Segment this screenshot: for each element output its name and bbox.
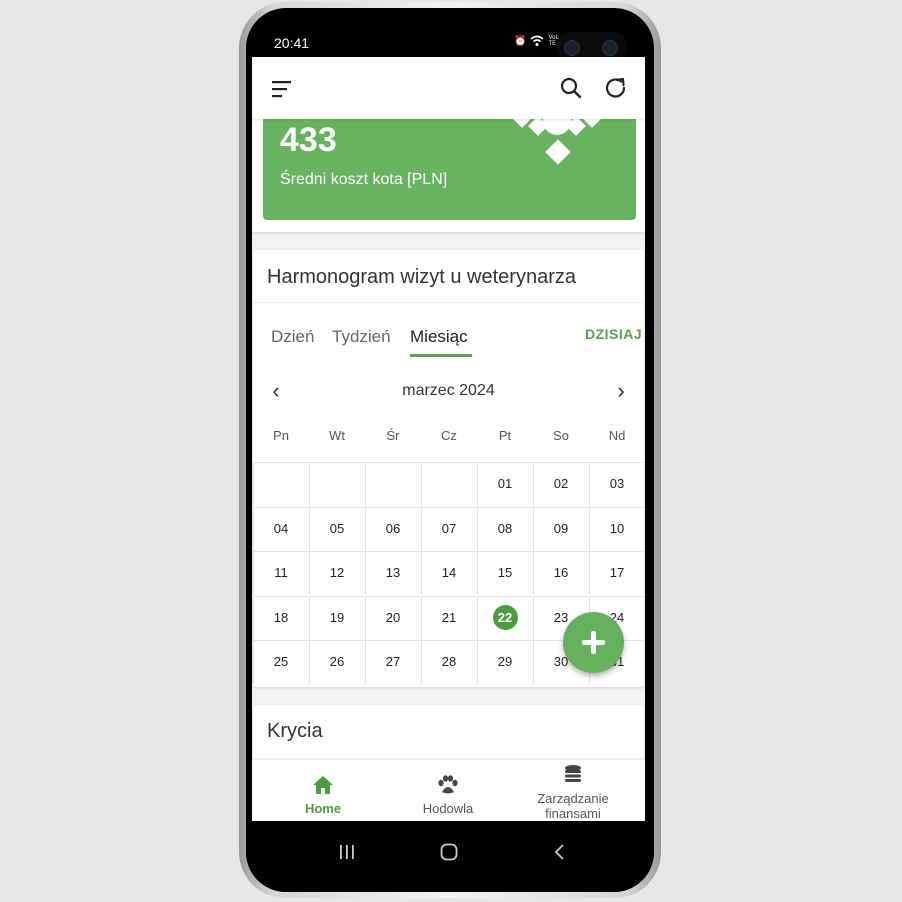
back-button-icon[interactable] bbox=[551, 843, 569, 861]
calendar-day[interactable]: 21 bbox=[421, 595, 476, 640]
app-bar bbox=[252, 57, 645, 119]
calendar-day[interactable]: 17 bbox=[589, 551, 644, 596]
phone-body: 20:41 ⏰ VoLTE 433 Średni koszt kota [PLN… bbox=[246, 8, 654, 892]
divider bbox=[253, 302, 644, 303]
home-button-icon[interactable] bbox=[440, 843, 458, 861]
wifi-icon bbox=[530, 35, 544, 46]
add-visit-fab-button[interactable] bbox=[563, 612, 624, 673]
camera-lens-icon bbox=[602, 40, 618, 56]
month-label: marzec 2024 bbox=[402, 382, 495, 399]
search-icon[interactable] bbox=[559, 76, 583, 100]
calendar-day[interactable]: 06 bbox=[365, 506, 420, 551]
prev-month-chevron-left-icon[interactable]: ‹ bbox=[266, 380, 286, 402]
nav-hodowla[interactable]: Hodowla bbox=[377, 760, 519, 821]
calendar-day[interactable]: 15 bbox=[477, 551, 532, 596]
stat-card: 433 Średni koszt kota [PLN] bbox=[263, 119, 636, 220]
weekday-label: Cz bbox=[441, 428, 457, 443]
app-screen: 433 Średni koszt kota [PLN] Harmonogram … bbox=[252, 57, 645, 821]
weekday-label: Pn bbox=[273, 428, 289, 443]
calendar-day[interactable]: 29 bbox=[477, 640, 532, 685]
calendar-day[interactable]: 14 bbox=[421, 551, 476, 596]
recent-apps-icon[interactable] bbox=[338, 843, 356, 861]
refresh-icon[interactable] bbox=[603, 75, 629, 101]
system-navigation-bar bbox=[246, 821, 654, 892]
tab-month[interactable]: Miesiąc bbox=[410, 327, 468, 347]
weekday-label: Śr bbox=[386, 428, 400, 443]
krycia-card: Krycia bbox=[253, 705, 644, 765]
calendar-title: Harmonogram wizyt u weterynarza bbox=[267, 266, 576, 288]
calendar-day[interactable]: 09 bbox=[533, 506, 588, 551]
nav-finanse[interactable]: Zarządzanie finansami bbox=[510, 760, 636, 821]
bottom-navigation: Home Hodowla Zarządzanie finansami bbox=[252, 760, 645, 821]
plus-icon-stroke bbox=[591, 631, 596, 654]
coins-icon bbox=[565, 765, 581, 782]
calendar-day[interactable]: 25 bbox=[253, 640, 308, 685]
calendar-day[interactable]: 12 bbox=[309, 551, 364, 596]
active-tab-indicator bbox=[410, 354, 472, 357]
phone-frame: 20:41 ⏰ VoLTE 433 Średni koszt kota [PLN… bbox=[239, 2, 661, 898]
calendar-day[interactable]: 18 bbox=[253, 595, 308, 640]
calendar-day[interactable]: 05 bbox=[309, 506, 364, 551]
stat-card-container: 433 Średni koszt kota [PLN] bbox=[252, 119, 645, 232]
calendar-day[interactable] bbox=[421, 462, 476, 506]
camera-lens-icon bbox=[564, 40, 580, 56]
nav-hodowla-label: Hodowla bbox=[422, 801, 474, 816]
nav-finanse-label: Zarządzanie finansami bbox=[537, 791, 609, 821]
weekday-label: So bbox=[553, 428, 569, 443]
home-icon bbox=[313, 776, 333, 794]
calendar-day[interactable]: 13 bbox=[365, 551, 420, 596]
status-icons: ⏰ VoLTE bbox=[514, 35, 560, 47]
calendar-day-today[interactable]: 22 bbox=[477, 595, 532, 640]
weekday-label: Wt bbox=[329, 428, 345, 443]
calendar-day[interactable]: 07 bbox=[421, 506, 476, 551]
cat-paw-decor-icon bbox=[512, 119, 602, 165]
calendar-day[interactable] bbox=[309, 462, 364, 506]
calendar-day[interactable]: 28 bbox=[421, 640, 476, 685]
paw-icon bbox=[438, 775, 458, 794]
status-bar: 20:41 ⏰ VoLTE bbox=[246, 8, 654, 62]
menu-icon[interactable] bbox=[270, 79, 294, 99]
calendar-day[interactable]: 04 bbox=[253, 506, 308, 551]
calendar-day[interactable]: 11 bbox=[253, 551, 308, 596]
krycia-title: Krycia bbox=[267, 720, 323, 742]
calendar-day[interactable]: 19 bbox=[309, 595, 364, 640]
calendar-day[interactable]: 02 bbox=[533, 462, 588, 506]
alarm-icon: ⏰ bbox=[514, 35, 527, 47]
today-button[interactable]: DZISIAJ bbox=[585, 326, 642, 342]
stat-label: Średni koszt kota [PLN] bbox=[280, 171, 448, 188]
tab-week[interactable]: Tydzień bbox=[332, 327, 391, 347]
calendar-day[interactable] bbox=[365, 462, 420, 506]
tab-day[interactable]: Dzień bbox=[271, 327, 314, 347]
calendar-day[interactable]: 20 bbox=[365, 595, 420, 640]
nav-home[interactable]: Home bbox=[252, 760, 394, 821]
calendar-day[interactable]: 27 bbox=[365, 640, 420, 685]
calendar-day[interactable]: 26 bbox=[309, 640, 364, 685]
next-month-chevron-right-icon[interactable]: › bbox=[611, 380, 631, 402]
stat-value: 433 bbox=[280, 121, 337, 159]
calendar-day[interactable]: 10 bbox=[589, 506, 644, 551]
calendar-day[interactable]: 16 bbox=[533, 551, 588, 596]
calendar-day[interactable]: 03 bbox=[589, 462, 644, 506]
calendar-day[interactable]: 08 bbox=[477, 506, 532, 551]
weekday-label: Pt bbox=[498, 428, 512, 443]
nav-home-label: Home bbox=[304, 801, 342, 816]
weekday-label: Nd bbox=[608, 428, 626, 443]
calendar-day[interactable]: 01 bbox=[477, 462, 532, 506]
status-time: 20:41 bbox=[274, 35, 310, 51]
calendar-day[interactable] bbox=[253, 462, 308, 506]
